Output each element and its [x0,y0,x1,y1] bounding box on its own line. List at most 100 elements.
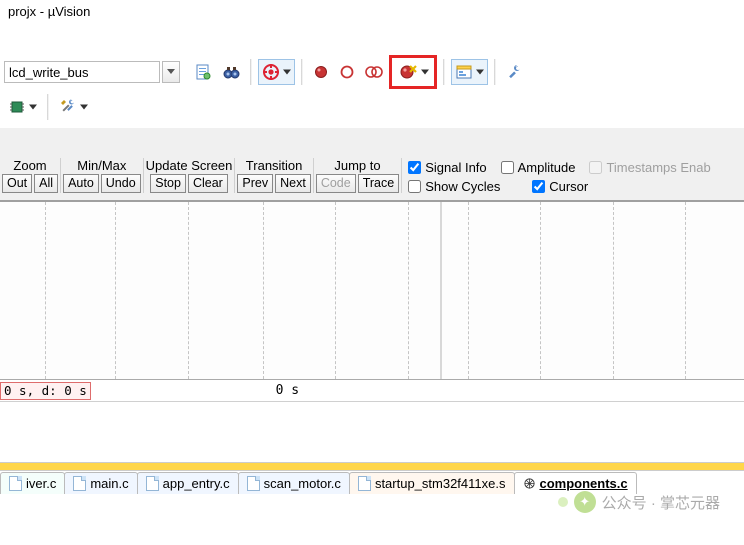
time-cursor-readout: 0 s, d: 0 s [0,382,91,400]
file-tab[interactable]: startup_stm32f411xe.s [349,472,515,494]
window-title: projx - µVision [8,4,90,19]
separator [250,59,252,85]
tab-label: main.c [90,476,128,491]
time-center-readout: 0 s [91,383,484,398]
debug-target-button[interactable] [258,59,295,85]
waveform-view[interactable] [0,202,744,380]
zoom-label: Zoom [13,158,46,173]
stop-button[interactable]: Stop [150,174,186,193]
watermark: ✦ 公众号 · 掌芯元器 [558,491,720,513]
configure-button[interactable] [502,59,528,85]
amplitude-checkbox[interactable] [501,161,514,174]
code-button[interactable]: Code [316,174,356,193]
breakpoint-kill-button[interactable] [393,59,433,85]
chevron-down-icon [167,69,175,75]
file-tab[interactable]: iver.c [0,472,65,494]
watermark-dot-icon [558,497,568,507]
tools-icon [59,98,77,116]
search-dropdown[interactable] [162,61,180,83]
show-cycles-check[interactable]: Show Cycles [408,179,518,194]
minmax-group: Min/Max Auto Undo [61,158,144,193]
timestamps-check: Timestamps Enab [589,160,710,175]
red-circle-slash-icon [365,64,383,80]
wrench-icon [506,63,524,81]
zoom-group: Zoom Out All [0,158,61,193]
amplitude-check[interactable]: Amplitude [501,160,576,175]
document-icon [194,63,212,81]
secondary-toolbar [0,90,744,124]
timestamps-checkbox [589,161,602,174]
c-file-icon [73,476,86,491]
component-icon [523,477,536,490]
jump-label: Jump to [334,158,380,173]
undo-button[interactable]: Undo [101,174,141,193]
tab-label: startup_stm32f411xe.s [375,476,506,491]
tab-label: iver.c [26,476,56,491]
signal-info-check[interactable]: Signal Info [408,160,486,175]
next-button[interactable]: Next [275,174,311,193]
panel-divider[interactable] [440,202,442,379]
symbol-search-input[interactable] [4,61,160,83]
signal-info-checkbox[interactable] [408,161,421,174]
tab-label: scan_motor.c [264,476,341,491]
update-screen-group: Update Screen Stop Clear [144,158,236,193]
update-label: Update Screen [146,158,233,173]
jump-group: Jump to Code Trace [314,158,402,193]
chip-button[interactable] [4,94,41,120]
tab-label: app_entry.c [163,476,230,491]
prev-button[interactable]: Prev [237,174,273,193]
red-circle-icon [339,64,355,80]
window-icon [455,63,473,81]
chip-icon [8,98,26,116]
file-tab[interactable]: app_entry.c [137,472,239,494]
separator [443,59,445,85]
window-layout-button[interactable] [451,59,488,85]
cursor-checkbox[interactable] [532,180,545,193]
show-cycles-checkbox[interactable] [408,180,421,193]
zoom-out-button[interactable]: Out [2,174,32,193]
main-toolbar [0,54,744,90]
logic-analyzer-controls: Zoom Out All Min/Max Auto Undo Update Sc… [0,156,744,202]
file-tab[interactable]: scan_motor.c [238,472,350,494]
c-file-icon [9,476,22,491]
zoom-all-button[interactable]: All [34,174,58,193]
time-status-bar: 0 s, d: 0 s 0 s [0,380,744,402]
highlighted-toolbar-item [389,55,437,89]
binoculars-icon-button[interactable] [218,59,244,85]
separator [494,59,496,85]
transition-group: Transition Prev Next [235,158,313,193]
minmax-label: Min/Max [77,158,126,173]
target-red-icon [262,63,280,81]
wechat-icon: ✦ [574,491,596,513]
clear-button[interactable]: Clear [188,174,228,193]
chevron-down-icon [29,105,37,110]
auto-button[interactable]: Auto [63,174,99,193]
document-icon-button[interactable] [190,59,216,85]
tab-label: components.c [540,476,628,491]
breakpoint-toggle-button[interactable] [335,59,359,85]
c-file-icon [247,476,260,491]
watermark-text: 公众号 · 掌芯元器 [602,492,720,513]
separator [301,59,303,85]
cursor-check[interactable]: Cursor [532,179,588,194]
c-file-icon [146,476,159,491]
title-bar: projx - µVision [0,0,744,26]
chevron-down-icon [80,105,88,110]
binoculars-icon [222,63,240,81]
chevron-down-icon [283,70,291,75]
file-tab[interactable]: main.c [64,472,137,494]
red-dot-icon [313,64,329,80]
breakpoint-insert-button[interactable] [309,59,333,85]
tools-button[interactable] [55,94,92,120]
chevron-down-icon [421,70,429,75]
tab-strip-bg [0,462,744,471]
asm-file-icon [358,476,371,491]
red-dot-x-icon [399,63,417,81]
chevron-down-icon [476,70,484,75]
separator [47,94,49,120]
panel-header-gap [0,128,744,156]
breakpoint-disable-button[interactable] [361,59,387,85]
transition-label: Transition [246,158,303,173]
trace-button[interactable]: Trace [358,174,400,193]
empty-area [0,402,744,462]
